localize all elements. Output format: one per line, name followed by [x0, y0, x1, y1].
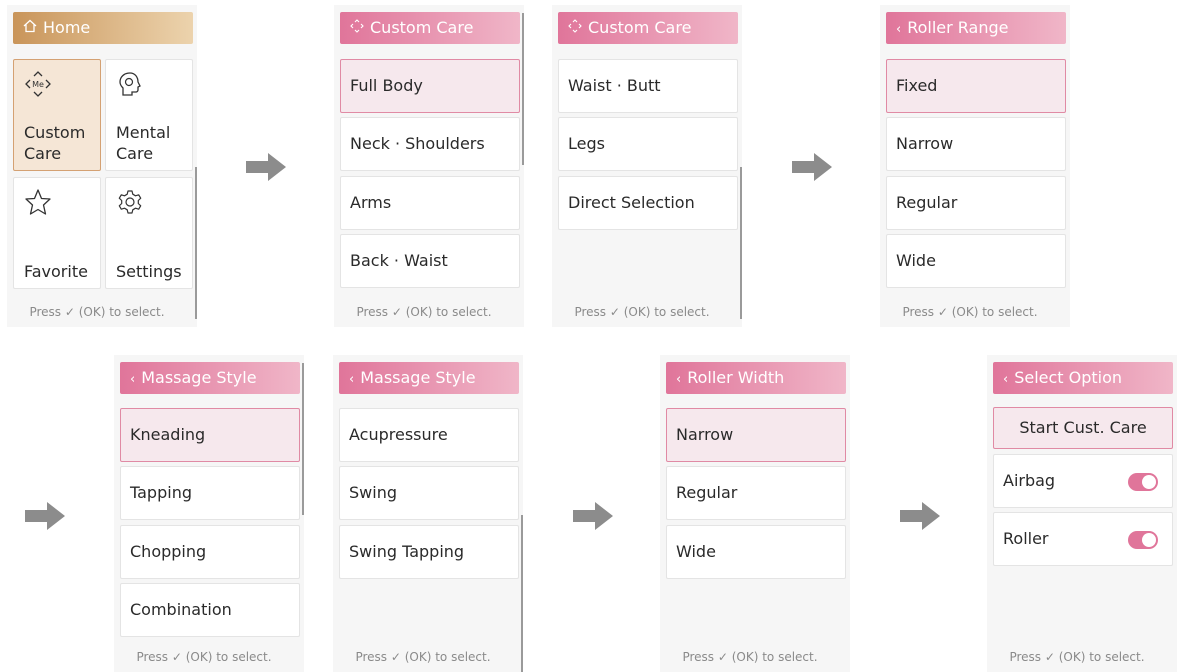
custom-care-title: Custom Care: [370, 18, 474, 37]
menu-item-waist-butt[interactable]: Waist · Butt: [558, 59, 738, 113]
massage-style-screen-2: ‹ Massage Style Acupressure Swing Swing T…: [333, 355, 523, 672]
menu-item-acupressure[interactable]: Acupressure: [339, 408, 519, 462]
arrow-right-icon: [573, 502, 613, 530]
footer-hint: Press ✓ (OK) to select.: [355, 650, 491, 664]
menu-item-narrow[interactable]: Narrow: [886, 117, 1066, 171]
gear-icon: [116, 188, 144, 216]
menu-item-tapping[interactable]: Tapping: [120, 466, 300, 520]
menu-item-regular[interactable]: Regular: [666, 466, 846, 520]
footer-hint: Press ✓ (OK) to select.: [1009, 650, 1145, 664]
arrow-right-icon: [246, 153, 286, 181]
roller-width-screen: ‹ Roller Width Narrow Regular Wide Press …: [660, 355, 850, 672]
arrow-right-icon: [792, 153, 832, 181]
scrollbar[interactable]: [302, 363, 304, 515]
footer-hint: Press ✓ (OK) to select.: [574, 305, 710, 319]
home-icon: [23, 14, 37, 44]
menu-item-back-waist[interactable]: Back · Waist: [340, 234, 520, 288]
footer-hint: Press ✓ (OK) to select.: [136, 650, 272, 664]
custom-care-title: Custom Care: [588, 18, 692, 37]
tile-mental-care-line2: Care: [116, 144, 154, 163]
menu-item-direct-selection[interactable]: Direct Selection: [558, 176, 738, 230]
select-option-header: ‹ Select Option: [993, 362, 1173, 394]
svg-text:Me: Me: [32, 80, 44, 89]
start-custom-care-button[interactable]: Start Cust. Care: [993, 407, 1173, 449]
menu-item-narrow[interactable]: Narrow: [666, 408, 846, 462]
select-option-screen: ‹ Select Option Start Cust. Care Airbag R…: [987, 355, 1177, 672]
menu-item-neck-shoulders[interactable]: Neck · Shoulders: [340, 117, 520, 171]
tile-mental-care[interactable]: Mental Care: [105, 59, 193, 171]
menu-item-kneading[interactable]: Kneading: [120, 408, 300, 462]
select-option-title: Select Option: [1014, 368, 1123, 387]
roller-toggle[interactable]: [1128, 531, 1158, 549]
home-screen: Home Me Custom Care Mental Care Favorite: [7, 5, 197, 327]
tile-custom-care[interactable]: Me Custom Care: [13, 59, 101, 171]
massage-style-title: Massage Style: [141, 368, 257, 387]
roller-width-header: ‹ Roller Width: [666, 362, 846, 394]
chevron-left-icon[interactable]: ‹: [896, 14, 901, 44]
tile-settings[interactable]: Settings: [105, 177, 193, 289]
chevron-left-icon[interactable]: ‹: [349, 364, 354, 394]
roller-width-title: Roller Width: [687, 368, 785, 387]
tile-favorite[interactable]: Favorite: [13, 177, 101, 289]
massage-style-title: Massage Style: [360, 368, 476, 387]
custom-care-icon: Me: [24, 70, 52, 98]
chevron-left-icon[interactable]: ‹: [1003, 364, 1008, 394]
footer-hint: Press ✓ (OK) to select.: [902, 305, 1038, 319]
roller-range-header: ‹ Roller Range: [886, 12, 1066, 44]
menu-item-full-body[interactable]: Full Body: [340, 59, 520, 113]
custom-care-icon: [568, 14, 582, 44]
menu-item-arms[interactable]: Arms: [340, 176, 520, 230]
footer-hint: Press ✓ (OK) to select.: [356, 305, 492, 319]
tile-mental-care-line1: Mental: [116, 123, 171, 142]
massage-style-screen-1: ‹ Massage Style Kneading Tapping Chopping…: [114, 355, 304, 672]
mental-care-icon: [116, 70, 144, 98]
custom-care-header: Custom Care: [340, 12, 520, 44]
star-icon: [24, 188, 52, 216]
tile-custom-care-line1: Custom: [24, 123, 86, 142]
airbag-toggle[interactable]: [1128, 473, 1158, 491]
scrollbar[interactable]: [740, 167, 742, 319]
roller-range-screen: ‹ Roller Range Fixed Narrow Regular Wide …: [880, 5, 1070, 327]
scrollbar[interactable]: [522, 13, 524, 165]
menu-item-fixed[interactable]: Fixed: [886, 59, 1066, 113]
roller-range-title: Roller Range: [907, 18, 1009, 37]
custom-care-screen-1: Custom Care Full Body Neck · Shoulders A…: [334, 5, 524, 327]
custom-care-header: Custom Care: [558, 12, 738, 44]
menu-item-regular[interactable]: Regular: [886, 176, 1066, 230]
footer-hint: Press ✓ (OK) to select.: [682, 650, 818, 664]
footer-hint: Press ✓ (OK) to select.: [29, 305, 165, 319]
home-header: Home: [13, 12, 193, 44]
tile-custom-care-line2: Care: [24, 144, 62, 163]
custom-care-icon: [350, 14, 364, 44]
home-title: Home: [43, 18, 91, 37]
option-roller-label: Roller: [1003, 529, 1049, 548]
scrollbar[interactable]: [195, 167, 197, 319]
arrow-right-icon: [900, 502, 940, 530]
option-airbag[interactable]: Airbag: [993, 454, 1173, 508]
menu-item-legs[interactable]: Legs: [558, 117, 738, 171]
option-roller[interactable]: Roller: [993, 512, 1173, 566]
menu-item-wide[interactable]: Wide: [886, 234, 1066, 288]
menu-item-chopping[interactable]: Chopping: [120, 525, 300, 579]
chevron-left-icon[interactable]: ‹: [676, 364, 681, 394]
menu-item-swing[interactable]: Swing: [339, 466, 519, 520]
tile-settings-label: Settings: [116, 262, 182, 281]
menu-item-wide[interactable]: Wide: [666, 525, 846, 579]
option-airbag-label: Airbag: [1003, 471, 1056, 490]
menu-item-swing-tapping[interactable]: Swing Tapping: [339, 525, 519, 579]
tile-favorite-label: Favorite: [24, 262, 88, 281]
scrollbar[interactable]: [521, 515, 523, 672]
arrow-right-icon: [25, 502, 65, 530]
massage-style-header: ‹ Massage Style: [120, 362, 300, 394]
chevron-left-icon[interactable]: ‹: [130, 364, 135, 394]
massage-style-header: ‹ Massage Style: [339, 362, 519, 394]
menu-item-combination[interactable]: Combination: [120, 583, 300, 637]
custom-care-screen-2: Custom Care Waist · Butt Legs Direct Sel…: [552, 5, 742, 327]
